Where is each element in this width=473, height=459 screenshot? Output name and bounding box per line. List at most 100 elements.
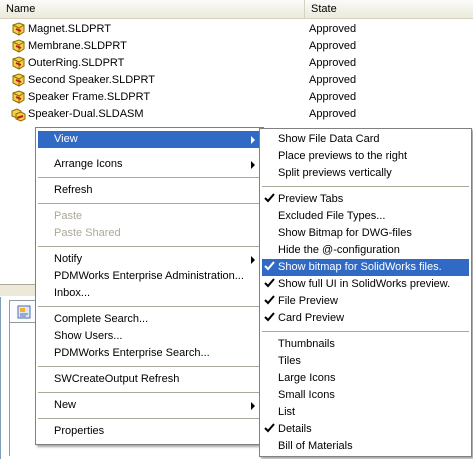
menu-item-label: Large Icons — [278, 372, 336, 384]
menu-item-label: Hide the @-configuration — [278, 244, 400, 256]
menu-item-place-previews-right[interactable]: Place previews to the right — [262, 148, 469, 165]
menu-separator — [38, 418, 261, 419]
file-name: Magnet.SLDPRT — [28, 23, 111, 35]
file-row-outerring[interactable]: OuterRing.SLDPRT Approved — [0, 55, 473, 72]
submenu-arrow-icon — [251, 161, 255, 169]
menu-item-label: Bill of Materials — [278, 440, 353, 452]
menu-item-show-bitmap-dwg[interactable]: Show Bitmap for DWG-files — [262, 225, 469, 242]
menu-item-large-icons[interactable]: Large Icons — [262, 370, 469, 387]
menu-item-label: Show File Data Card — [278, 133, 380, 145]
menu-item-excluded-file-types[interactable]: Excluded File Types... — [262, 208, 469, 225]
menu-item-view[interactable]: View — [38, 131, 261, 148]
menu-item-properties[interactable]: Properties — [38, 423, 261, 440]
menu-item-arrange-icons[interactable]: Arrange Icons — [38, 156, 261, 173]
menu-separator — [38, 246, 261, 247]
menu-item-refresh[interactable]: Refresh — [38, 182, 261, 199]
menu-item-label: Show Bitmap for DWG-files — [278, 227, 412, 239]
menu-item-label: Paste — [54, 210, 83, 222]
menu-item-label: SWCreateOutput Refresh — [54, 373, 180, 385]
preview-pane — [0, 297, 39, 459]
sldprt-part-icon — [12, 56, 25, 70]
file-row-speaker-frame[interactable]: Speaker Frame.SLDPRT Approved — [0, 89, 473, 106]
sldasm-assembly-icon — [11, 108, 26, 122]
data-card-icon — [17, 305, 31, 319]
menu-item-small-icons[interactable]: Small Icons — [262, 387, 469, 404]
menu-separator — [38, 366, 261, 367]
menu-item-label: Excluded File Types... — [278, 210, 386, 222]
menu-item-label: Small Icons — [278, 389, 335, 401]
file-state: Approved — [309, 74, 357, 86]
state-column-header[interactable]: State — [305, 0, 473, 19]
menu-item-thumbnails[interactable]: Thumbnails — [262, 336, 469, 353]
menu-item-label: Arrange Icons — [54, 158, 123, 170]
menu-item-complete-search[interactable]: Complete Search... — [38, 311, 261, 328]
menu-item-label: Show bitmap for SolidWorks files. — [278, 261, 442, 273]
menu-item-tiles[interactable]: Tiles — [262, 353, 469, 370]
submenu-arrow-icon — [251, 136, 255, 144]
menu-item-new[interactable]: New — [38, 397, 261, 414]
file-name: Speaker-Dual.SLDASM — [28, 108, 144, 120]
submenu-arrow-icon — [251, 402, 255, 410]
menu-item-label: Notify — [54, 253, 83, 265]
file-state: Approved — [309, 91, 357, 103]
name-column-header[interactable]: Name — [0, 0, 305, 19]
checkmark-icon — [264, 423, 275, 433]
checkmark-icon — [264, 193, 275, 203]
menu-separator — [38, 177, 261, 178]
menu-item-label: Paste Shared — [54, 227, 121, 239]
menu-item-notify[interactable]: Notify — [38, 251, 261, 268]
sldprt-part-icon — [12, 22, 25, 36]
file-name: Second Speaker.SLDPRT — [28, 74, 155, 86]
menu-separator — [262, 331, 469, 332]
menu-separator — [38, 306, 261, 307]
file-name: Membrane.SLDPRT — [28, 40, 127, 52]
menu-item-preview-tabs[interactable]: Preview Tabs — [262, 191, 469, 208]
pane-splitter[interactable] — [0, 284, 40, 296]
menu-item-label: Refresh — [54, 184, 93, 196]
menu-item-label: List — [278, 406, 296, 418]
menu-item-show-full-ui[interactable]: Show full UI in SolidWorks preview. — [262, 276, 469, 293]
menu-item-details[interactable]: Details — [262, 421, 469, 438]
menu-item-bill-of-materials[interactable]: Bill of Materials — [262, 438, 469, 455]
menu-item-paste[interactable]: Paste — [38, 208, 261, 225]
menu-item-inbox[interactable]: Inbox... — [38, 285, 261, 302]
menu-item-pdmworks-search[interactable]: PDMWorks Enterprise Search... — [38, 345, 261, 362]
menu-item-label: Split previews vertically — [278, 167, 392, 179]
menu-item-split-previews-vertically[interactable]: Split previews vertically — [262, 165, 469, 182]
sldprt-part-icon — [12, 90, 25, 104]
menu-item-label: Show Users... — [54, 330, 123, 342]
menu-item-card-preview[interactable]: Card Preview — [262, 310, 469, 327]
menu-item-label: View — [54, 133, 78, 145]
file-row-magnet[interactable]: Magnet.SLDPRT Approved — [0, 21, 473, 38]
checkmark-icon — [264, 261, 275, 271]
menu-item-label: File Preview — [278, 295, 338, 307]
menu-item-label: New — [54, 399, 77, 411]
context-menu: View Arrange Icons Refresh Paste Paste S… — [35, 127, 264, 445]
tab-border — [9, 322, 10, 456]
menu-item-label: Tiles — [278, 355, 301, 367]
file-state: Approved — [309, 40, 357, 52]
menu-item-show-file-data-card[interactable]: Show File Data Card — [262, 131, 469, 148]
file-state: Approved — [309, 23, 357, 35]
name-column-label: Name — [6, 3, 36, 15]
menu-item-file-preview[interactable]: File Preview — [262, 293, 469, 310]
menu-item-show-users[interactable]: Show Users... — [38, 328, 261, 345]
menu-item-pdmworks-admin[interactable]: PDMWorks Enterprise Administration... — [38, 268, 261, 285]
menu-item-swcreateoutput-refresh[interactable]: SWCreateOutput Refresh — [38, 371, 261, 388]
menu-item-label: PDMWorks Enterprise Search... — [54, 347, 210, 359]
file-row-membrane[interactable]: Membrane.SLDPRT Approved — [0, 38, 473, 55]
sldprt-part-icon — [12, 39, 25, 53]
file-row-speaker-dual[interactable]: Speaker-Dual.SLDASM Approved — [0, 106, 473, 123]
file-name: OuterRing.SLDPRT — [28, 57, 125, 69]
menu-item-label: Preview Tabs — [278, 193, 344, 205]
menu-item-label: Card Preview — [278, 312, 345, 324]
file-row-second-speaker[interactable]: Second Speaker.SLDPRT Approved — [0, 72, 473, 89]
state-column-label: State — [311, 3, 337, 15]
menu-item-list[interactable]: List — [262, 404, 469, 421]
menu-item-hide-configuration[interactable]: Hide the @-configuration — [262, 242, 469, 259]
preview-tab[interactable] — [9, 300, 37, 322]
menu-item-paste-shared[interactable]: Paste Shared — [38, 225, 261, 242]
menu-item-show-bitmap-solidworks[interactable]: Show bitmap for SolidWorks files. — [262, 259, 469, 276]
menu-item-label: Inbox... — [54, 287, 91, 299]
menu-item-label: Thumbnails — [278, 338, 335, 350]
